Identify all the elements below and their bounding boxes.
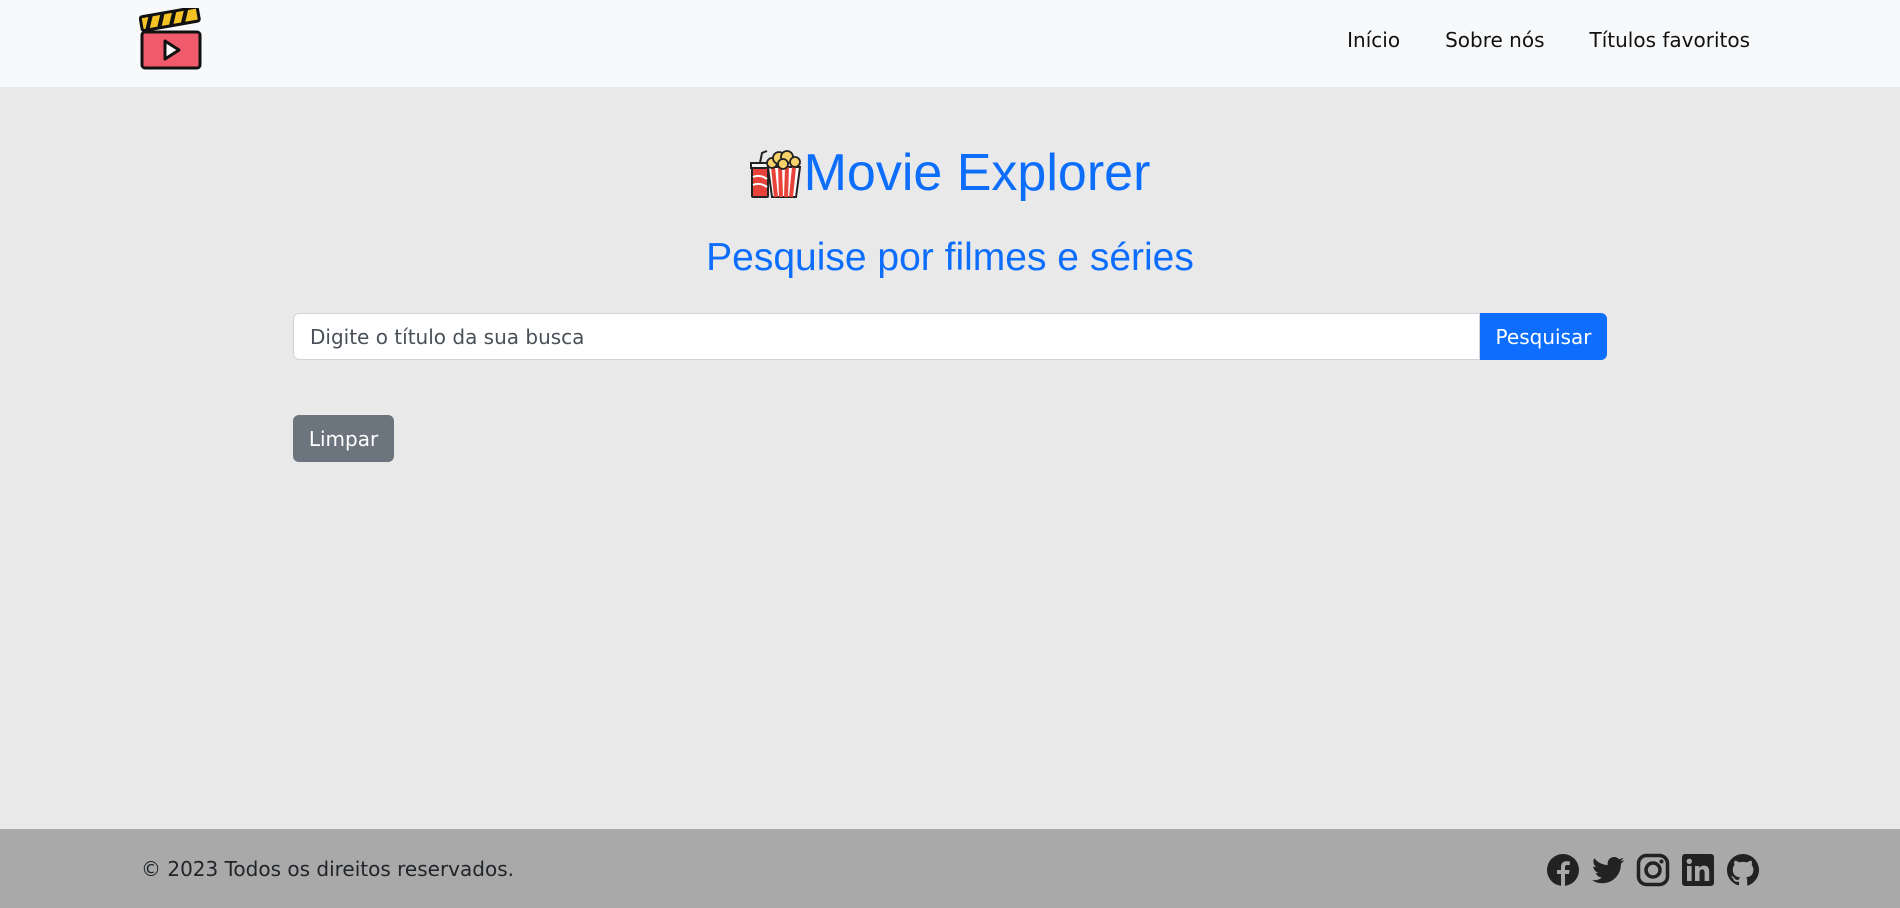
nav-link-sobre-nos[interactable]: Sobre nós (1445, 28, 1544, 52)
footer: © 2023 Todos os direitos reservados. (0, 829, 1900, 908)
clapperboard-play-icon (138, 5, 202, 70)
github-icon (1727, 854, 1759, 886)
linkedin-link[interactable] (1681, 853, 1715, 887)
clear-button[interactable]: Limpar (293, 415, 394, 462)
nav-link-titulos-favoritos[interactable]: Títulos favoritos (1589, 28, 1750, 52)
page-subtitle: Pesquise por filmes e séries (706, 236, 1194, 279)
github-link[interactable] (1726, 853, 1760, 887)
facebook-link[interactable] (1546, 853, 1580, 887)
popcorn-icon (749, 150, 801, 198)
instagram-link[interactable] (1636, 853, 1670, 887)
instagram-icon (1636, 853, 1670, 887)
search-group: Pesquisar (293, 313, 1607, 360)
facebook-icon (1547, 854, 1579, 886)
twitter-link[interactable] (1591, 853, 1625, 887)
navbar: Início Sobre nós Títulos favoritos (0, 0, 1900, 87)
nav-link-inicio[interactable]: Início (1347, 28, 1400, 52)
page-title-text: Movie Explorer (803, 144, 1151, 202)
main-content: Movie Explorer Pesquise por filmes e sér… (0, 87, 1900, 829)
nav-links: Início Sobre nós Títulos favoritos (1302, 0, 1750, 80)
search-input[interactable] (293, 313, 1480, 360)
brand-logo-link[interactable] (138, 5, 203, 72)
copyright-text: © 2023 Todos os direitos reservados. (141, 856, 514, 881)
social-links (1546, 853, 1760, 887)
twitter-icon (1592, 857, 1625, 884)
linkedin-icon (1682, 854, 1714, 886)
search-button[interactable]: Pesquisar (1480, 313, 1607, 360)
page-title: Movie Explorer (0, 147, 1900, 199)
